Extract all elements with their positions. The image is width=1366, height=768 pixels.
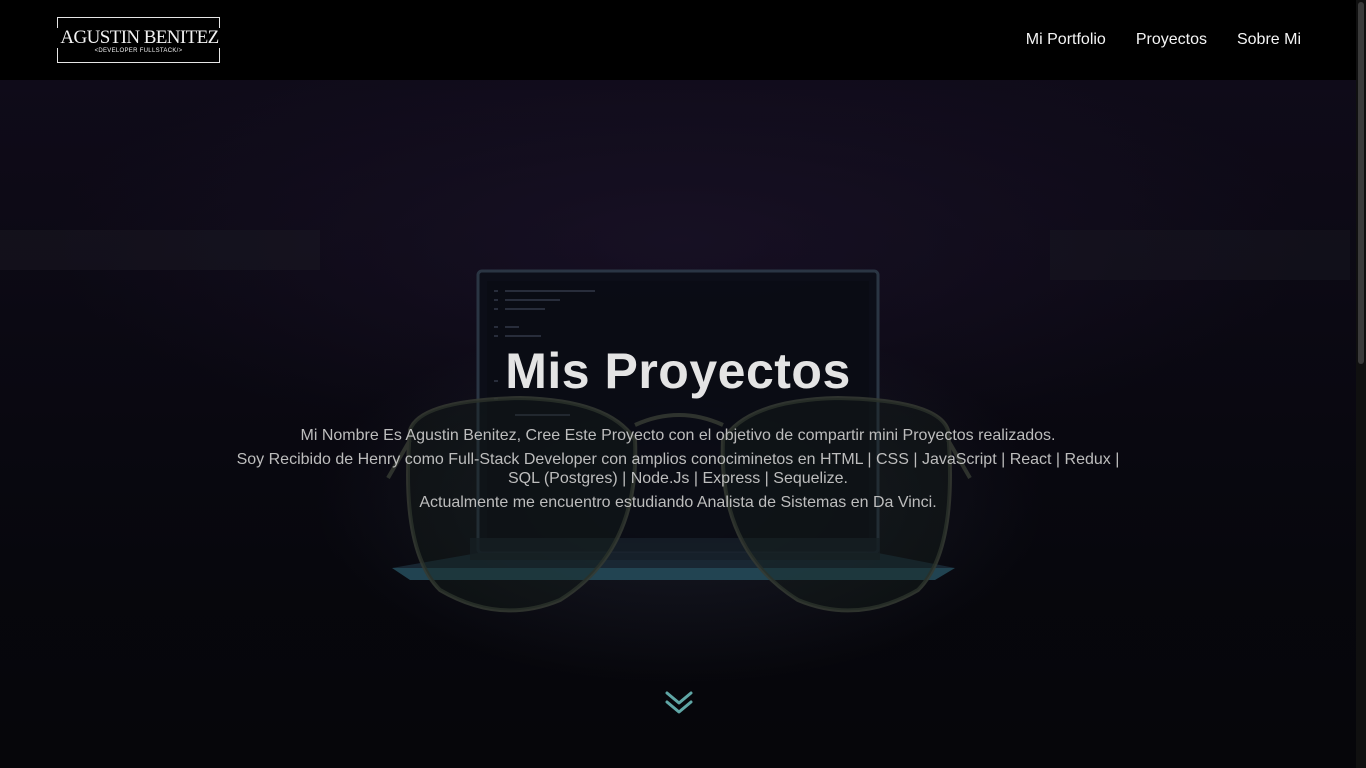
page-scrollbar[interactable] [1356, 0, 1366, 768]
navbar: AGUSTIN BENITEZ <DEVELOPER FULLSTACK/> M… [0, 0, 1356, 80]
nav-menu: Mi Portfolio Proyectos Sobre Mi [1026, 31, 1301, 49]
brand-tagline: <DEVELOPER FULLSTACK/> [94, 48, 183, 54]
hero-skills-text: Soy Recibido de Henry como Full-Stack De… [236, 451, 1120, 487]
hero-title: Mis Proyectos [505, 343, 851, 399]
page: AGUSTIN BENITEZ <DEVELOPER FULLSTACK/> M… [0, 0, 1366, 768]
nav-item-proyectos[interactable]: Proyectos [1136, 31, 1207, 49]
hero-section: Mis Proyectos Mi Nombre Es Agustin Benit… [0, 80, 1356, 768]
nav-item-sobre-mi[interactable]: Sobre Mi [1237, 31, 1301, 49]
brand-logo[interactable]: AGUSTIN BENITEZ <DEVELOPER FULLSTACK/> [56, 17, 223, 63]
double-chevron-down-icon[interactable] [664, 688, 694, 718]
scrollbar-thumb[interactable] [1358, 2, 1364, 364]
nav-item-mi-portfolio[interactable]: Mi Portfolio [1026, 31, 1106, 49]
hero-content: Mis Proyectos Mi Nombre Es Agustin Benit… [0, 342, 1356, 512]
hero-studies-text: Actualmente me encuentro estudiando Anal… [419, 494, 937, 511]
brand-name: AGUSTIN BENITEZ [56, 28, 223, 48]
hero-intro-text: Mi Nombre Es Agustin Benitez, Cree Este … [300, 427, 1056, 444]
